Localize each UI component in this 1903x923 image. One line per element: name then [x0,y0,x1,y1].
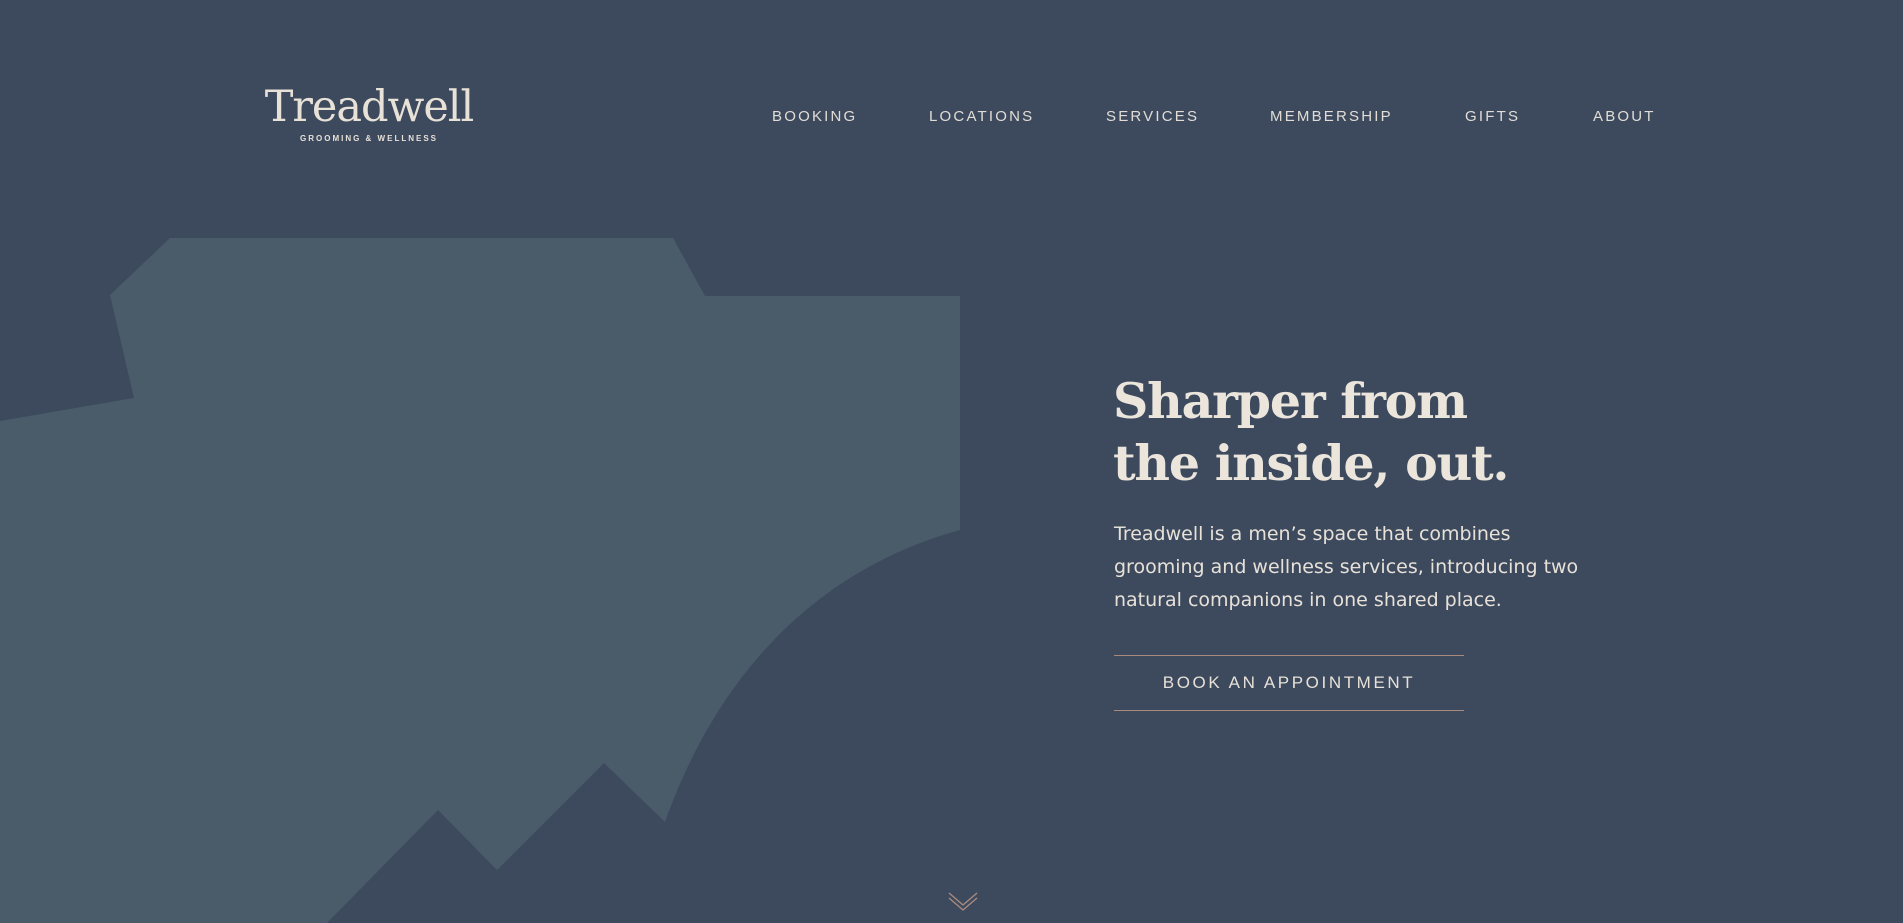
nav-item-services[interactable]: SERVICES [1106,108,1199,125]
hero-description-line: Treadwell is a men’s space that combines [1114,523,1511,545]
hero-title-line: Sharper from [1113,372,1468,430]
landing-page: Treadwell GROOMING & WELLNESS BOOKING LO… [0,0,1903,923]
nav-item-locations[interactable]: LOCATIONS [929,108,1034,125]
brand-tagline: GROOMING & WELLNESS [300,134,438,143]
hero-title: Sharper from the inside, out. [1113,370,1509,494]
nav-item-gifts[interactable]: GIFTS [1465,108,1520,125]
hero-description-line: natural companions in one shared place. [1114,589,1502,611]
nav-item-booking[interactable]: BOOKING [772,108,857,125]
nav-item-about[interactable]: ABOUT [1593,108,1656,125]
hero-description: Treadwell is a men’s space that combines… [1114,518,1674,617]
nav-item-membership[interactable]: MEMBERSHIP [1270,108,1393,125]
main-navigation: BOOKING LOCATIONS SERVICES MEMBERSHIP GI… [0,108,1903,130]
book-appointment-button[interactable]: BOOK AN APPOINTMENT [1114,655,1464,711]
chevron-double-down-icon[interactable] [947,890,979,912]
hero-description-line: grooming and wellness services, introduc… [1114,556,1579,578]
hero-title-line: the inside, out. [1113,434,1509,492]
